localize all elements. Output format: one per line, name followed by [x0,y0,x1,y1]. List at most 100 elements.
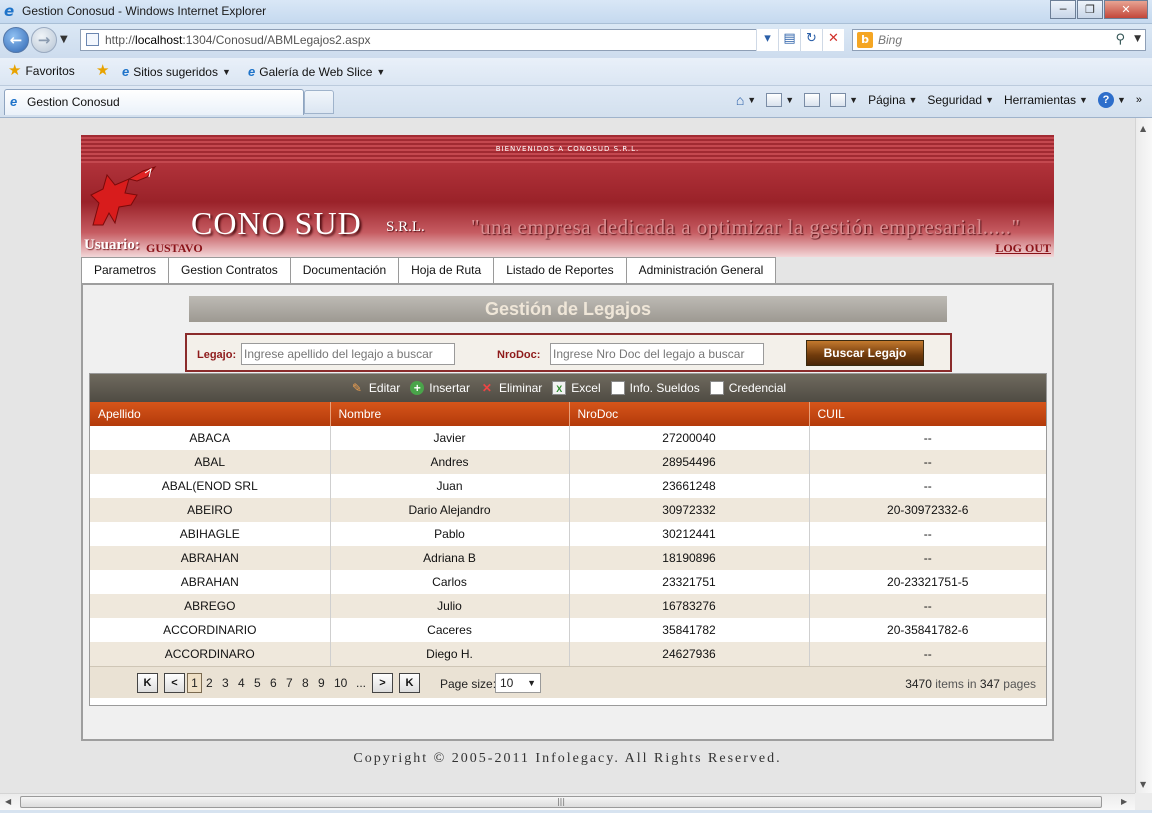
edit-button[interactable]: ✎ Editar [350,381,400,395]
table-row[interactable]: ABAL Andres 28954496 -- [90,450,1046,474]
home-button[interactable]: ⌂ ▼ [736,92,756,108]
first-page-button[interactable]: K [137,673,158,693]
menu-item-hoja-de-ruta[interactable]: Hoja de Ruta [399,257,495,284]
vertical-scrollbar[interactable]: ▲ ▼ [1135,118,1152,793]
page-link[interactable]: 3 [222,676,229,690]
minimize-button[interactable]: ─ [1050,0,1076,19]
help-button[interactable]: ? ▼ [1097,92,1126,108]
print-button[interactable]: ▼ [830,93,858,107]
salary-info-button[interactable]: Info. Sueldos [610,381,700,395]
column-header-nombre[interactable]: Nombre [330,402,570,426]
next-page-button[interactable]: > [372,673,393,693]
stop-icon[interactable]: ✕ [822,29,844,51]
insert-button[interactable]: + Insertar [410,381,470,395]
menu-item-gestion-contratos[interactable]: Gestion Contratos [169,257,291,284]
user-line: Usuario: GUSTAVO LOG OUT [81,237,1054,257]
table-row[interactable]: ABREGO Julio 16783276 -- [90,594,1046,618]
scroll-left-icon[interactable]: ◀ [5,797,11,806]
compatibility-view-icon[interactable]: ▤ [778,29,800,51]
table-row[interactable]: ACCORDINARO Diego H. 24627936 -- [90,642,1046,666]
excel-button[interactable]: X Excel [552,381,601,395]
cell-cuil: -- [809,594,1046,618]
last-page-button[interactable]: K [399,673,420,693]
page-link[interactable]: 4 [238,676,245,690]
fav-item-suggested-sites[interactable]: e Sitios sugeridos ▼ [122,64,231,79]
page-link[interactable]: 5 [254,676,261,690]
column-header-apellido[interactable]: Apellido [90,402,331,426]
table-row[interactable]: ABIHAGLE Pablo 30212441 -- [90,522,1046,546]
search-box[interactable]: b Bing ⚲ ▼ [852,29,1146,51]
menu-item-documentacion[interactable]: Documentación [290,257,400,284]
chevron-down-icon: ▼ [527,678,536,688]
scroll-down-icon[interactable]: ▼ [1140,780,1146,789]
current-page[interactable]: 1 [187,673,202,693]
prev-page-button[interactable]: < [164,673,185,693]
scroll-right-icon[interactable]: ▶ [1121,797,1127,806]
address-field[interactable]: http://localhost:1304/Conosud/ABMLegajos… [80,29,772,51]
search-icon[interactable]: ⚲ [1115,32,1125,47]
history-dropdown-icon[interactable]: ▼ [60,34,68,45]
cell-nombre: Javier [330,426,570,450]
table-row[interactable]: ABRAHAN Adriana B 18190896 -- [90,546,1046,570]
column-header-cuil[interactable]: CUIL [809,402,1046,426]
legajo-search-input[interactable] [241,343,455,365]
logout-link[interactable]: LOG OUT [995,241,1051,256]
scroll-up-icon[interactable]: ▲ [1140,124,1146,133]
cell-apellido: ABAL(ENOD SRL [90,474,331,498]
user-name: GUSTAVO [146,241,203,255]
credential-button[interactable]: Credencial [709,381,787,395]
page-link[interactable]: 8 [302,676,309,690]
refresh-icon[interactable]: ↻ [800,29,822,51]
tools-menu[interactable]: Herramientas ▼ [1004,93,1088,107]
menu-item-administracion[interactable]: Administración General [626,257,777,284]
forward-button[interactable]: → [31,27,57,53]
address-dropdown-icon[interactable]: ▾ [756,29,778,51]
cell-nrodoc: 30972332 [569,498,810,522]
column-header-nrodoc[interactable]: NroDoc [569,402,810,426]
add-favorite-button[interactable]: ★ [96,63,109,78]
cell-nombre: Juan [330,474,570,498]
page-link[interactable]: 10 [334,676,347,690]
page-link[interactable]: 6 [270,676,277,690]
document-icon [709,381,724,395]
mail-button[interactable] [804,93,821,107]
help-icon: ? [1097,92,1114,108]
more-commands-icon[interactable]: » [1136,94,1142,106]
horizontal-scrollbar[interactable]: ◀ ||| ▶ [0,793,1135,810]
table-row[interactable]: ACCORDINARIO Caceres 35841782 20-35841782-6 [90,618,1046,642]
salary-info-label: Info. Sueldos [629,381,700,395]
table-row[interactable]: ABACA Javier 27200040 -- [90,426,1046,450]
legajos-table: Apellido Nombre NroDoc CUIL ABACA Javier 2… [90,402,1046,666]
table-row[interactable]: ABRAHAN Carlos 23321751 20-23321751-5 [90,570,1046,594]
table-row[interactable]: ABAL(ENOD SRL Juan 23661248 -- [90,474,1046,498]
page-link[interactable]: 2 [206,676,213,690]
chevron-down-icon: ▼ [1079,95,1088,105]
browser-tab[interactable]: e Gestion Conosud [4,89,304,115]
table-row[interactable]: ABEIRO Dario Alejandro 30972332 20-30972332… [90,498,1046,522]
delete-button[interactable]: ✕ Eliminar [480,381,542,395]
search-legajo-button[interactable]: Buscar Legajo [806,340,924,366]
delete-icon: ✕ [481,381,492,395]
more-pages-link[interactable]: ... [356,676,366,690]
close-window-button[interactable]: ✕ [1104,0,1148,19]
security-menu[interactable]: Seguridad ▼ [927,93,994,107]
credential-label: Credencial [728,381,787,395]
menu-item-parametros[interactable]: Parametros [81,257,170,284]
menu-item-listado-reportes[interactable]: Listado de Reportes [494,257,627,284]
horizontal-scroll-thumb[interactable]: ||| [20,796,1102,808]
new-tab-button[interactable] [304,90,334,114]
fav-item-web-slice[interactable]: e Galería de Web Slice ▼ [248,64,385,79]
chevron-down-icon: ▼ [221,66,231,77]
address-buttons: ▾ ▤ ↻ ✕ [756,29,844,51]
restore-button[interactable]: ❐ [1077,0,1103,19]
search-dropdown-icon[interactable]: ▼ [1134,34,1141,44]
page-menu[interactable]: Página ▼ [868,93,917,107]
page-link[interactable]: 7 [286,676,293,690]
back-button[interactable]: ← [3,27,29,53]
page-size-select[interactable]: 10 ▼ [495,673,541,693]
feeds-button[interactable]: ▼ [766,93,794,107]
nrodoc-search-input[interactable] [550,343,764,365]
favorites-button[interactable]: ★ Favoritos [8,63,75,78]
brand-suffix: S.R.L. [386,219,425,235]
page-link[interactable]: 9 [318,676,325,690]
